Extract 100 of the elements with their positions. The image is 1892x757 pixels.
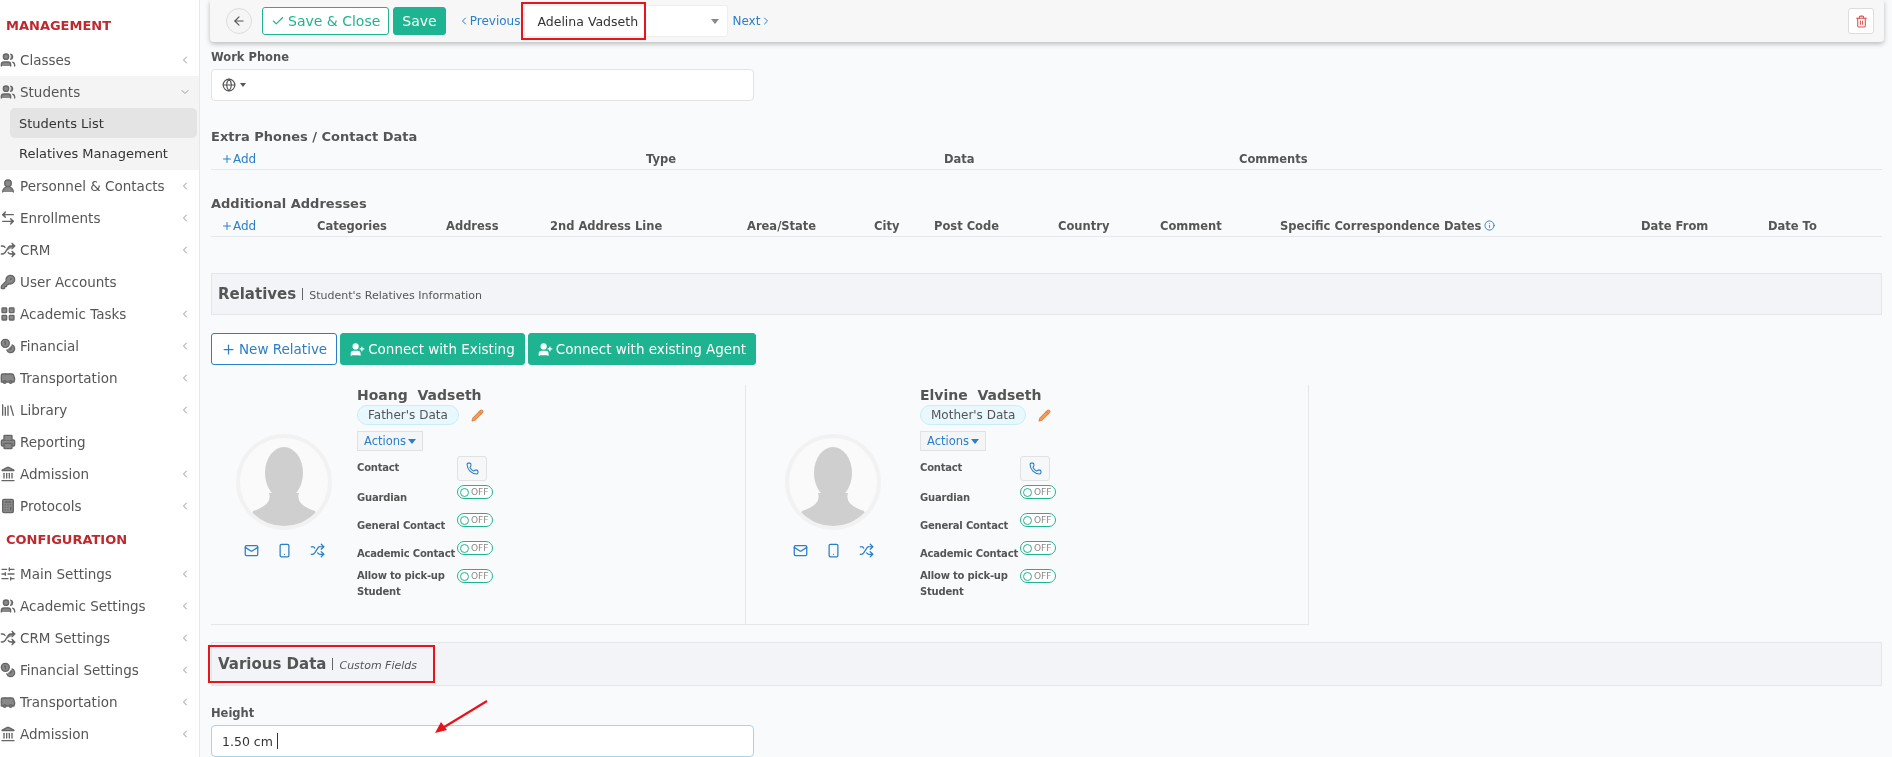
- sidebar-item-icon: [0, 434, 16, 450]
- toggle-switch[interactable]: OFF: [1020, 485, 1056, 499]
- phone-icon[interactable]: [825, 543, 841, 558]
- check-icon: [271, 14, 285, 28]
- sidebar-item-icon: [0, 598, 16, 614]
- column-header: Date From: [1641, 218, 1710, 233]
- phone-icon[interactable]: [276, 543, 292, 558]
- call-button[interactable]: [1020, 455, 1050, 481]
- caret-icon: [240, 83, 246, 87]
- sidebar-item[interactable]: Library: [0, 394, 199, 426]
- toggle-switch[interactable]: OFF: [1020, 541, 1056, 555]
- globe-icon: [222, 78, 236, 92]
- plus-icon: [221, 152, 233, 165]
- column-header: Area/State: [747, 218, 818, 233]
- column-header: Specific Correspondence Dates: [1280, 218, 1641, 233]
- row-label: General Contact: [920, 518, 1010, 533]
- row-label: Allow to pick-up Student: [357, 569, 446, 599]
- sidebar-subitem[interactable]: Relatives Management: [10, 138, 197, 168]
- sidebar-item-icon: [0, 242, 16, 258]
- sidebar-item-icon: [0, 630, 16, 646]
- column-header: Date To: [1768, 218, 1818, 233]
- delete-button[interactable]: [1848, 8, 1874, 34]
- sidebar-item-icon: [0, 566, 16, 582]
- back-button[interactable]: [226, 8, 252, 34]
- column-header: Address: [446, 218, 500, 233]
- mail-icon[interactable]: [792, 543, 808, 558]
- sidebar-item-icon: [0, 210, 16, 226]
- column-header: 2nd Address Line: [550, 218, 664, 233]
- row-label: Academic Contact: [920, 546, 1019, 561]
- sidebar-item-icon: [0, 306, 16, 322]
- mail-icon[interactable]: [243, 543, 259, 558]
- add-link[interactable]: Add: [221, 151, 646, 166]
- call-button[interactable]: [457, 455, 487, 481]
- sidebar-item[interactable]: CRM: [0, 234, 199, 266]
- column-header: Country: [1058, 218, 1111, 233]
- toggle-switch[interactable]: OFF: [1020, 513, 1056, 527]
- sidebar-item[interactable]: Students: [0, 76, 199, 108]
- sidebar-item-icon: [0, 694, 16, 710]
- plus-icon: [221, 219, 233, 232]
- toggle-switch[interactable]: OFF: [457, 513, 493, 527]
- sidebar-item[interactable]: Financial Settings: [0, 654, 199, 686]
- actions-button[interactable]: Actions: [920, 431, 986, 451]
- field-label: Height: [211, 706, 256, 720]
- add-link[interactable]: Add: [221, 218, 317, 233]
- sidebar-item[interactable]: Transportation: [0, 362, 199, 394]
- sidebar-item-icon: [0, 274, 16, 290]
- pencil-icon[interactable]: [470, 408, 484, 422]
- sidebar-item[interactable]: Academic Settings: [0, 590, 199, 622]
- sidebar-item[interactable]: Transportation: [0, 686, 199, 718]
- sidebar-item[interactable]: Admission: [0, 458, 199, 490]
- shuffle-icon[interactable]: [858, 543, 874, 558]
- row-label: Guardian: [357, 490, 408, 505]
- section-title: Extra Phones / Contact Data: [211, 129, 419, 144]
- relative-button[interactable]: New Relative: [211, 333, 338, 365]
- sidebar-item-icon: [0, 498, 16, 514]
- toggle-switch[interactable]: OFF: [457, 485, 493, 499]
- relative-name: Hoang Vadseth: [357, 387, 483, 403]
- toggle-switch[interactable]: OFF: [457, 541, 493, 555]
- actions-button[interactable]: Actions: [357, 431, 423, 451]
- column-header: Comment: [1160, 218, 1223, 233]
- shuffle-icon[interactable]: [309, 543, 325, 558]
- toggle-switch[interactable]: OFF: [1020, 569, 1056, 583]
- previous-link[interactable]: Previous: [457, 14, 521, 28]
- column-header: Post Code: [934, 218, 1001, 233]
- back-arrow-icon: [232, 14, 246, 28]
- sidebar-item-icon: [0, 178, 16, 194]
- sidebar-item[interactable]: Enrollments: [0, 202, 199, 234]
- phone-icon: [1028, 461, 1042, 475]
- relative-name: Elvine Vadseth: [920, 387, 1043, 403]
- record-select[interactable]: Adelina Vadseth: [524, 5, 729, 37]
- next-link[interactable]: Next: [732, 14, 773, 28]
- column-header: Type: [646, 151, 677, 166]
- sidebar-item[interactable]: Financial: [0, 330, 199, 362]
- sidebar-item[interactable]: Personnel & Contacts: [0, 170, 199, 202]
- user-plus-icon: [537, 341, 553, 357]
- column-header: Categories: [317, 218, 388, 233]
- sidebar-subitem[interactable]: Students List: [10, 108, 197, 138]
- sidebar-item-icon: [0, 402, 16, 418]
- section-title: Various Data: [218, 655, 327, 673]
- sidebar-item[interactable]: Protocols: [0, 490, 199, 522]
- row-label: Contact: [357, 461, 401, 475]
- row-label: Academic Contact: [357, 546, 456, 561]
- sidebar-item-icon: [0, 370, 16, 386]
- sidebar-item[interactable]: Classes: [0, 44, 199, 76]
- sidebar-item[interactable]: CRM Settings: [0, 622, 199, 654]
- caret-icon: [711, 18, 720, 24]
- sidebar-item[interactable]: Reporting: [0, 426, 199, 458]
- sidebar-item[interactable]: Admission: [0, 718, 199, 750]
- plus-icon: [221, 341, 236, 357]
- trash-icon: [1854, 14, 1868, 28]
- height-input-field[interactable]: 1.50 cm: [211, 725, 754, 757]
- phone-input-field[interactable]: [211, 69, 754, 101]
- sidebar-section-title: CONFIGURATION: [5, 532, 129, 549]
- row-label: General Contact: [357, 518, 447, 533]
- row-label: Contact: [920, 461, 964, 475]
- sidebar-item[interactable]: User Accounts: [0, 266, 199, 298]
- toggle-switch[interactable]: OFF: [457, 569, 493, 583]
- sidebar-item[interactable]: Academic Tasks: [0, 298, 199, 330]
- sidebar-item[interactable]: Main Settings: [0, 558, 199, 590]
- pencil-icon[interactable]: [1038, 408, 1052, 422]
